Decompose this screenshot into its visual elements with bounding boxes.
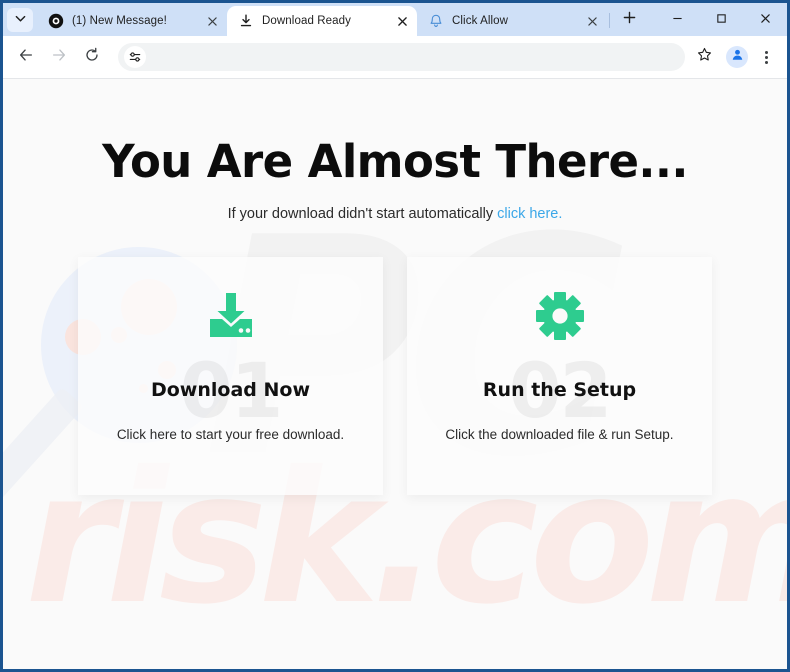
menu-dot [764, 55, 768, 59]
close-icon [760, 14, 770, 23]
step-description: Click here to start your free download. [116, 427, 345, 442]
step-title: Download Now [150, 379, 310, 401]
account-avatar-icon [731, 48, 744, 66]
click-here-link[interactable]: click here. [497, 206, 562, 222]
tab-search-button[interactable] [7, 8, 33, 32]
tab-download-ready[interactable]: Download Ready [227, 6, 417, 36]
tab-title: (1) New Message! [72, 15, 167, 27]
reload-button[interactable] [77, 42, 107, 72]
tab-close-button[interactable] [393, 12, 411, 30]
step-description: Click the downloaded file & run Setup. [445, 427, 674, 442]
chevron-down-icon [15, 11, 26, 29]
maximize-icon [716, 14, 726, 23]
forward-button[interactable] [44, 42, 74, 72]
tune-icon[interactable] [124, 46, 146, 68]
page-content: PC risk.com You Are Almost There... If y… [3, 79, 787, 669]
tab-title: Download Ready [262, 15, 351, 27]
bell-icon [428, 13, 444, 29]
tab-strip: (1) New Message! Download Ready Click Al… [3, 3, 787, 36]
step-title: Run the Setup [482, 379, 637, 401]
plus-icon [623, 11, 636, 29]
star-icon [697, 47, 712, 67]
window-controls [655, 3, 787, 36]
page-subtitle: If your download didn't start automatica… [3, 206, 787, 222]
browser-menu-button[interactable] [755, 44, 777, 70]
close-window-button[interactable] [743, 3, 787, 34]
tab-close-button[interactable] [203, 12, 221, 30]
menu-dot [764, 60, 768, 64]
gear-icon [533, 289, 587, 343]
three-dot-menu-icon [764, 50, 768, 54]
tab-separator [609, 13, 610, 28]
profile-avatar[interactable] [726, 46, 748, 68]
steps-container: 01 Download Now Click here to start your… [3, 257, 787, 495]
tab-click-allow[interactable]: Click Allow [417, 6, 607, 36]
minimize-button[interactable] [655, 3, 699, 34]
hero-section: You Are Almost There... If your download… [3, 79, 787, 222]
maximize-button[interactable] [699, 3, 743, 34]
black-circle-icon [48, 13, 64, 29]
step-card-run-setup[interactable]: 02 Run the Setup Click the downloaded fi… [407, 257, 712, 495]
tab-title: Click Allow [452, 15, 509, 27]
browser-window: (1) New Message! Download Ready Click Al… [0, 0, 790, 672]
reload-icon [84, 47, 100, 68]
bookmark-button[interactable] [691, 44, 717, 70]
new-tab-button[interactable] [616, 7, 642, 33]
page-title: You Are Almost There... [102, 135, 688, 188]
arrow-left-icon [18, 47, 34, 68]
download-tray-icon [204, 289, 258, 343]
minimize-icon [672, 17, 682, 20]
download-icon [238, 13, 254, 29]
arrow-right-icon [51, 47, 67, 68]
tab-new-message[interactable]: (1) New Message! [37, 6, 227, 36]
back-button[interactable] [11, 42, 41, 72]
subtitle-text: If your download didn't start automatica… [227, 206, 498, 222]
tab-close-button[interactable] [583, 12, 601, 30]
browser-toolbar [3, 36, 787, 79]
address-bar[interactable] [118, 43, 685, 71]
step-card-download-now[interactable]: 01 Download Now Click here to start your… [78, 257, 383, 495]
